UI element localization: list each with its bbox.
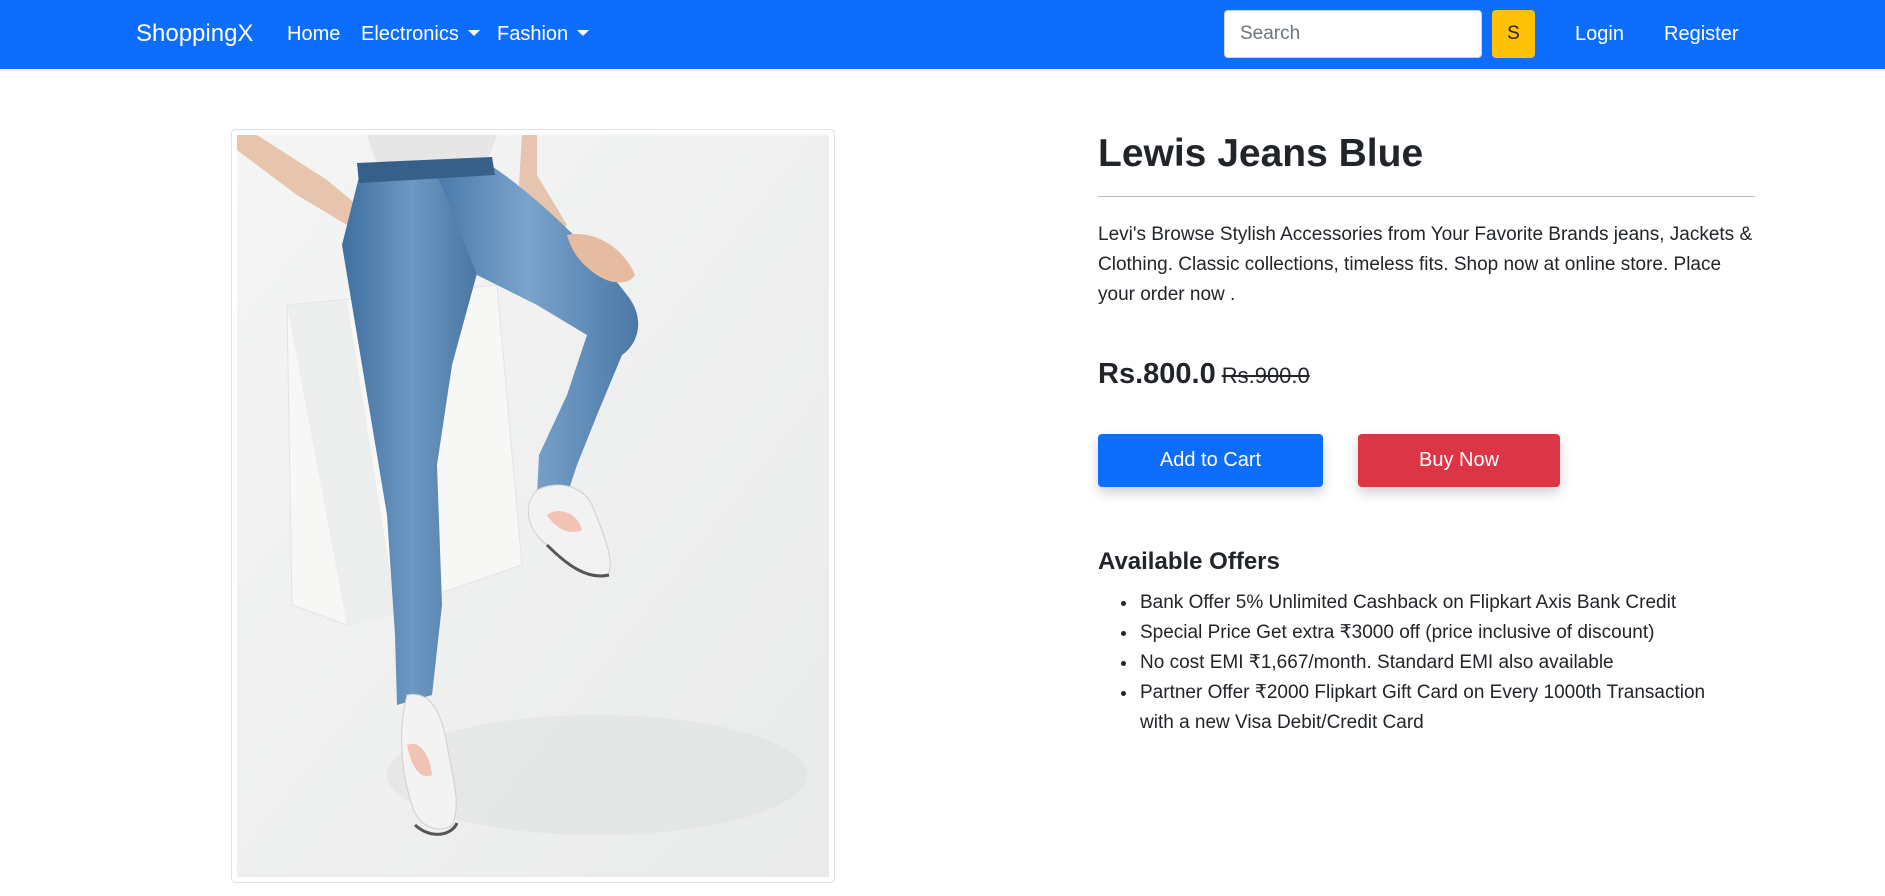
offers-list: Bank Offer 5% Unlimited Cashback on Flip… bbox=[1138, 588, 1738, 738]
offer-item: Bank Offer 5% Unlimited Cashback on Flip… bbox=[1138, 588, 1738, 618]
login-link[interactable]: Login bbox=[1575, 23, 1624, 46]
top-navbar: ShoppingX Home Electronics Fashion S Log… bbox=[0, 0, 1885, 69]
product-photo-jeans bbox=[237, 135, 829, 877]
offer-item: Partner Offer ₹2000 Flipkart Gift Card o… bbox=[1138, 678, 1738, 738]
brand-logo-link[interactable]: ShoppingX bbox=[136, 20, 253, 48]
search-input[interactable] bbox=[1224, 10, 1482, 58]
nav-fashion-dropdown[interactable]: Fashion bbox=[497, 23, 590, 46]
offers-heading: Available Offers bbox=[1098, 548, 1280, 575]
title-divider bbox=[1098, 196, 1755, 197]
original-price: Rs.900.0 bbox=[1221, 363, 1310, 388]
product-image-frame bbox=[231, 129, 835, 883]
chevron-down-icon bbox=[467, 30, 480, 36]
product-description: Levi's Browse Stylish Accessories from Y… bbox=[1098, 224, 1753, 305]
product-image bbox=[237, 135, 829, 877]
nav-fashion-label: Fashion bbox=[497, 23, 569, 45]
buy-now-button[interactable]: Buy Now bbox=[1358, 434, 1560, 487]
offer-item: No cost EMI ₹1,667/month. Standard EMI a… bbox=[1138, 648, 1738, 678]
offer-item: Special Price Get extra ₹3000 off (price… bbox=[1138, 618, 1738, 648]
search-button[interactable]: S bbox=[1492, 10, 1535, 58]
current-price: Rs.800.0 bbox=[1098, 358, 1216, 390]
nav-electronics-dropdown[interactable]: Electronics bbox=[361, 23, 480, 46]
nav-home-link[interactable]: Home bbox=[287, 23, 340, 46]
add-to-cart-button[interactable]: Add to Cart bbox=[1098, 434, 1323, 487]
chevron-down-icon bbox=[577, 30, 590, 36]
price-row: Rs.800.0 Rs.900.0 bbox=[1098, 358, 1310, 391]
product-title: Lewis Jeans Blue bbox=[1098, 132, 1424, 175]
register-link[interactable]: Register bbox=[1664, 23, 1738, 46]
nav-electronics-label: Electronics bbox=[361, 23, 459, 45]
